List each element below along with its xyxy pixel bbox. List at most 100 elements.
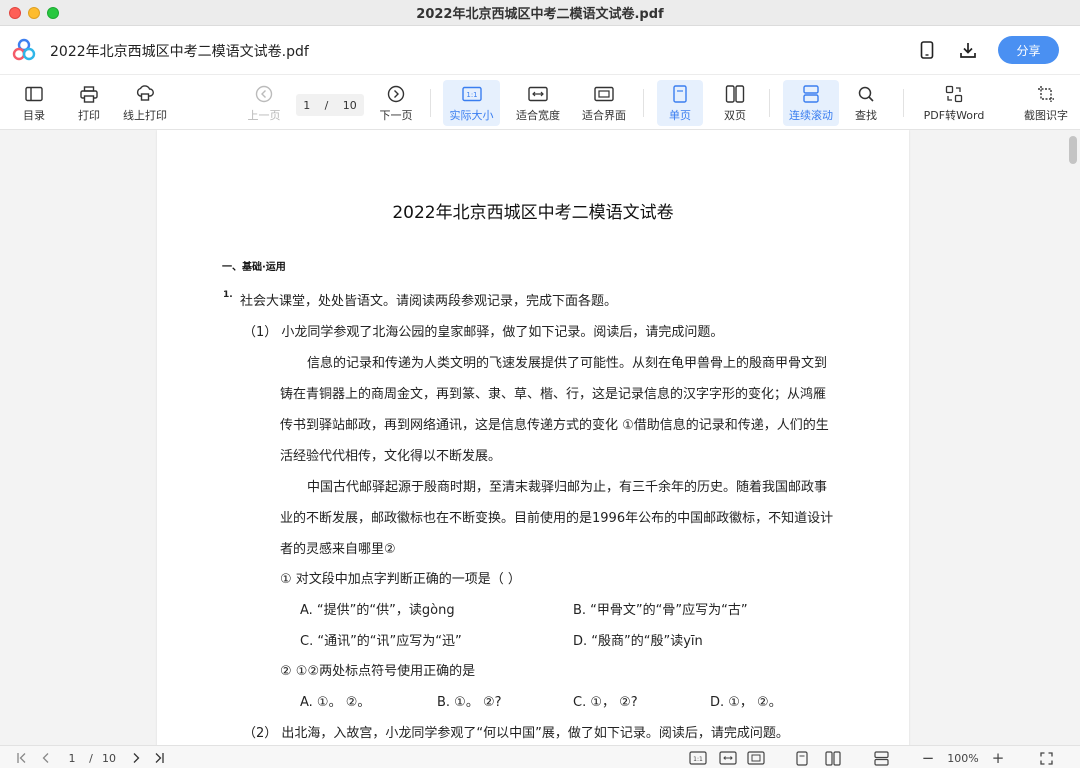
- next-page-icon[interactable]: [128, 750, 144, 766]
- download-icon[interactable]: [957, 39, 979, 61]
- total-pages: 10: [342, 98, 357, 112]
- next-page-button[interactable]: 下一页: [378, 80, 414, 126]
- cloud-print-icon: [136, 85, 154, 101]
- continuous-scroll-icon: [803, 85, 819, 103]
- ocr-label: 截图识字: [1024, 109, 1068, 122]
- text-line: 传书到驿站邮政，再到网络通讯，这是信息传递方式的变化 ①借助信息的记录和传递，人…: [280, 418, 829, 433]
- single-page-icon: [673, 85, 687, 103]
- double-page-icon[interactable]: [824, 750, 842, 766]
- convert-icon: [945, 85, 963, 103]
- page-separator: /: [324, 98, 329, 112]
- vertical-scrollbar[interactable]: [1066, 130, 1080, 745]
- text-line: 业的不断发展，邮政徽标也在不断变换。目前使用的是1996年公布的中国邮政徽标，不…: [280, 511, 834, 526]
- toolbar: 目录 打印 线上打印 上一页 1 / 10 下一页 1:1 实际大小 适合宽度 …: [0, 74, 1080, 130]
- text-line: （1） 小龙同学参观了北海公园的皇家邮驿，做了如下记录。阅读后，请完成问题。: [243, 325, 724, 340]
- window-title: 2022年北京西城区中考二模语文试卷.pdf: [416, 7, 664, 22]
- fit-page-label: 适合界面: [582, 109, 626, 122]
- option-text: D. “殷商”的“殷”读yīn: [573, 634, 703, 649]
- scrollbar-thumb[interactable]: [1069, 136, 1077, 164]
- option-text: D. ①， ②。: [710, 695, 782, 710]
- question-number: 1.: [223, 290, 233, 300]
- app-logo-icon: [12, 38, 36, 61]
- option-text: C. “通讯”的“讯”应写为“迅”: [300, 634, 462, 649]
- chevron-left-circle-icon: [255, 85, 273, 103]
- window-titlebar: 2022年北京西城区中考二模语文试卷.pdf: [0, 0, 1080, 26]
- option-text: A. ①。 ②。: [300, 695, 371, 710]
- text-line: 信息的记录和传递为人类文明的飞速发展提供了可能性。从刻在龟甲兽骨上的殷商甲骨文到: [307, 356, 828, 371]
- continuous-scroll-icon[interactable]: [872, 750, 890, 766]
- continuous-scroll-button[interactable]: 连续滚动: [783, 80, 839, 126]
- prev-page-button[interactable]: 上一页: [246, 80, 282, 126]
- fit-page-button[interactable]: 适合界面: [578, 80, 630, 126]
- last-page-icon[interactable]: [151, 750, 167, 766]
- first-page-icon[interactable]: [14, 750, 30, 766]
- toolbar-divider: [769, 89, 770, 117]
- text-line: 活经验代代相传，文化得以不断发展。: [280, 449, 502, 464]
- prev-page-label: 上一页: [247, 109, 281, 122]
- mobile-view-icon[interactable]: [916, 39, 938, 61]
- fit-width-icon[interactable]: [718, 750, 738, 766]
- status-bar: 1 / 10 1:1 − 100% +: [0, 745, 1080, 768]
- window-controls: [9, 7, 59, 19]
- app-header: 2022年北京西城区中考二模语文试卷.pdf 分享: [0, 26, 1080, 74]
- find-button[interactable]: 查找: [848, 80, 884, 126]
- prev-page-icon[interactable]: [38, 750, 54, 766]
- toc-label: 目录: [23, 109, 45, 122]
- find-label: 查找: [855, 109, 877, 122]
- option-text: C. ①， ②?: [573, 695, 638, 710]
- actual-size-button[interactable]: 1:1 实际大小: [443, 80, 500, 126]
- text-line: ② ①②两处标点符号使用正确的是: [280, 664, 476, 679]
- document-title: 2022年北京西城区中考二模语文试卷: [392, 203, 674, 223]
- text-line: ① 对文段中加点字判断正确的一项是（ ）: [280, 572, 521, 587]
- double-page-icon: [725, 85, 745, 103]
- single-page-button[interactable]: 单页: [657, 80, 703, 126]
- zoom-in-button[interactable]: +: [990, 749, 1006, 767]
- status-current-page[interactable]: 1: [64, 750, 80, 766]
- actual-size-icon[interactable]: 1:1: [688, 750, 708, 766]
- text-line: 社会大课堂，处处皆语文。请阅读两段参观记录，完成下面各题。: [240, 294, 618, 309]
- toc-icon: [25, 86, 43, 102]
- single-page-icon[interactable]: [794, 750, 810, 766]
- document-viewer[interactable]: 2022年北京西城区中考二模语文试卷 一、基础·运用 1. 社会大课堂，处处皆语…: [0, 130, 1080, 745]
- close-window-button[interactable]: [9, 7, 21, 19]
- fit-width-button[interactable]: 适合宽度: [512, 80, 564, 126]
- print-button[interactable]: 打印: [74, 80, 104, 126]
- fit-width-label: 适合宽度: [516, 109, 560, 122]
- chevron-right-circle-icon: [387, 85, 405, 103]
- toolbar-divider: [430, 89, 431, 117]
- toc-button[interactable]: 目录: [18, 80, 50, 126]
- status-page-separator: /: [89, 751, 93, 765]
- online-print-label: 线上打印: [123, 109, 167, 122]
- minimize-window-button[interactable]: [28, 7, 40, 19]
- crop-icon: [1038, 86, 1054, 102]
- page-number-box[interactable]: 1 / 10: [296, 94, 364, 116]
- fit-page-icon: [594, 86, 614, 102]
- double-page-label: 双页: [724, 109, 746, 122]
- fit-page-icon[interactable]: [746, 750, 766, 766]
- pdf-to-word-label: PDF转Word: [923, 109, 985, 122]
- svg-text:1:1: 1:1: [466, 91, 477, 99]
- toolbar-divider: [903, 89, 904, 117]
- option-text: B. “甲骨文”的“骨”应写为“古”: [573, 603, 748, 618]
- ocr-button[interactable]: 截图识字: [1020, 80, 1072, 126]
- online-print-button[interactable]: 线上打印: [120, 80, 170, 126]
- double-page-button[interactable]: 双页: [716, 80, 754, 126]
- pdf-page: 2022年北京西城区中考二模语文试卷 一、基础·运用 1. 社会大课堂，处处皆语…: [157, 130, 909, 745]
- svg-text:1:1: 1:1: [693, 756, 703, 763]
- toolbar-divider: [643, 89, 644, 117]
- next-page-label: 下一页: [379, 109, 413, 122]
- current-page-input[interactable]: 1: [303, 99, 310, 112]
- zoom-out-button[interactable]: −: [920, 749, 936, 767]
- printer-icon: [80, 85, 98, 103]
- fit-width-icon: [528, 86, 548, 102]
- section-heading: 一、基础·运用: [222, 262, 286, 273]
- share-button[interactable]: 分享: [998, 36, 1059, 64]
- maximize-window-button[interactable]: [47, 7, 59, 19]
- zoom-level[interactable]: 100%: [944, 750, 982, 766]
- fullscreen-icon[interactable]: [1038, 750, 1054, 766]
- status-total-pages: 10: [102, 751, 116, 765]
- single-page-label: 单页: [669, 109, 691, 122]
- pdf-to-word-button[interactable]: PDF转Word: [920, 80, 988, 126]
- text-line: 铸在青铜器上的商周金文，再到篆、隶、草、楷、行，这是记录信息的汉字字形的变化；从…: [280, 387, 827, 402]
- text-line: （2） 出北海，入故宫，小龙同学参观了“何以中国”展，做了如下记录。阅读后，请完…: [243, 726, 789, 741]
